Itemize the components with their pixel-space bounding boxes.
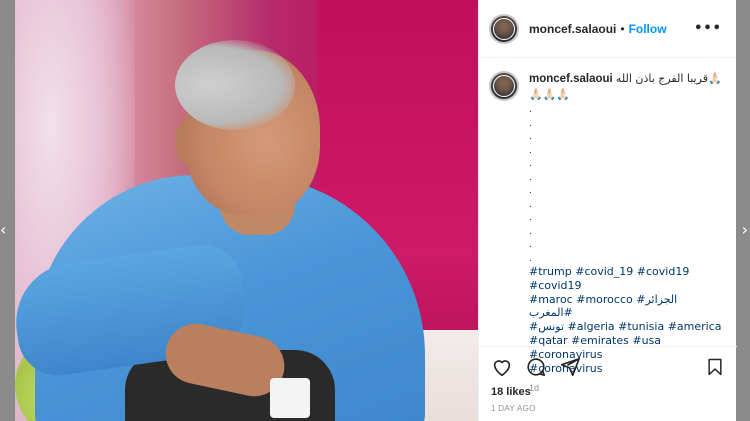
caption-username[interactable]: moncef.salaoui (529, 73, 613, 85)
hashtag-line: #تونس #algeria #tunisia #america (529, 320, 724, 334)
avatar[interactable] (489, 13, 519, 44)
post-date[interactable]: 1 DAY AGO (491, 404, 725, 413)
hashtag-link[interactable]: #algeria (568, 320, 615, 333)
post-header: moncef.salaoui • Follow ••• (479, 0, 736, 58)
hashtag-link[interactable]: #morocco (576, 293, 633, 306)
likes-count[interactable]: 18 likes (491, 386, 725, 398)
chevron-right-icon[interactable]: › (742, 222, 748, 238)
bookmark-icon[interactable] (705, 356, 725, 378)
caption-dot: . (529, 225, 532, 237)
caption-dot: . (529, 131, 532, 142)
caption-line: moncef.salaoui قريبا الفرج باذن الله🙏🏻🙏🏻… (529, 71, 724, 103)
username-link[interactable]: moncef.salaoui (529, 22, 616, 36)
hashtag-link[interactable]: #america (668, 320, 722, 333)
caption-dot: . (529, 144, 532, 156)
hashtag-link[interactable]: #covid19 (637, 265, 690, 278)
heart-icon[interactable] (491, 356, 513, 378)
hashtag-link[interactable]: #covid_19 (575, 265, 633, 278)
hashtag-link[interactable]: #الجزائر (636, 293, 677, 306)
caption-dot: . (529, 198, 532, 210)
separator-dot: • (620, 21, 625, 36)
hashtag-link[interactable]: #covid19 (529, 279, 582, 292)
post-photo (15, 0, 478, 421)
actions-bar: 18 likes 1 DAY AGO (479, 346, 737, 421)
more-icon[interactable]: ••• (694, 21, 722, 36)
hashtag-link[interactable]: #trump (529, 265, 572, 278)
hashtag-link[interactable]: #المغرب (529, 306, 573, 319)
caption-dot: . (529, 158, 532, 169)
post-modal: moncef.salaoui • Follow ••• moncef.salao… (15, 0, 737, 421)
share-icon[interactable] (559, 356, 581, 378)
caption-dot: . (529, 104, 532, 115)
caption-dot: . (529, 212, 532, 223)
comment-icon[interactable] (525, 356, 547, 378)
follow-button[interactable]: Follow (629, 22, 667, 36)
caption-dot: . (529, 185, 532, 196)
caption-avatar[interactable] (489, 71, 519, 101)
hashtag-line: #maroc #morocco #الجزائر #المغرب (529, 293, 724, 321)
caption-dot: . (529, 239, 532, 250)
hashtag-link[interactable]: #tunisia (618, 320, 664, 333)
caption-area[interactable]: moncef.salaoui قريبا الفرج باذن الله🙏🏻🙏🏻… (479, 59, 737, 393)
post-side-panel: moncef.salaoui • Follow ••• moncef.salao… (478, 0, 737, 421)
chevron-left-icon[interactable]: ‹ (0, 222, 6, 238)
hashtag-line: #trump #covid_19 #covid19 #covid19 (529, 265, 724, 293)
caption-dot: . (529, 171, 532, 183)
hashtag-link[interactable]: #maroc (529, 293, 573, 306)
caption-dot: . (529, 252, 532, 264)
caption-dots: . . . . . . . . . . . . (529, 103, 724, 265)
caption-dot: . (529, 117, 532, 129)
hashtag-link[interactable]: #تونس (529, 320, 564, 333)
action-icons (491, 355, 725, 379)
